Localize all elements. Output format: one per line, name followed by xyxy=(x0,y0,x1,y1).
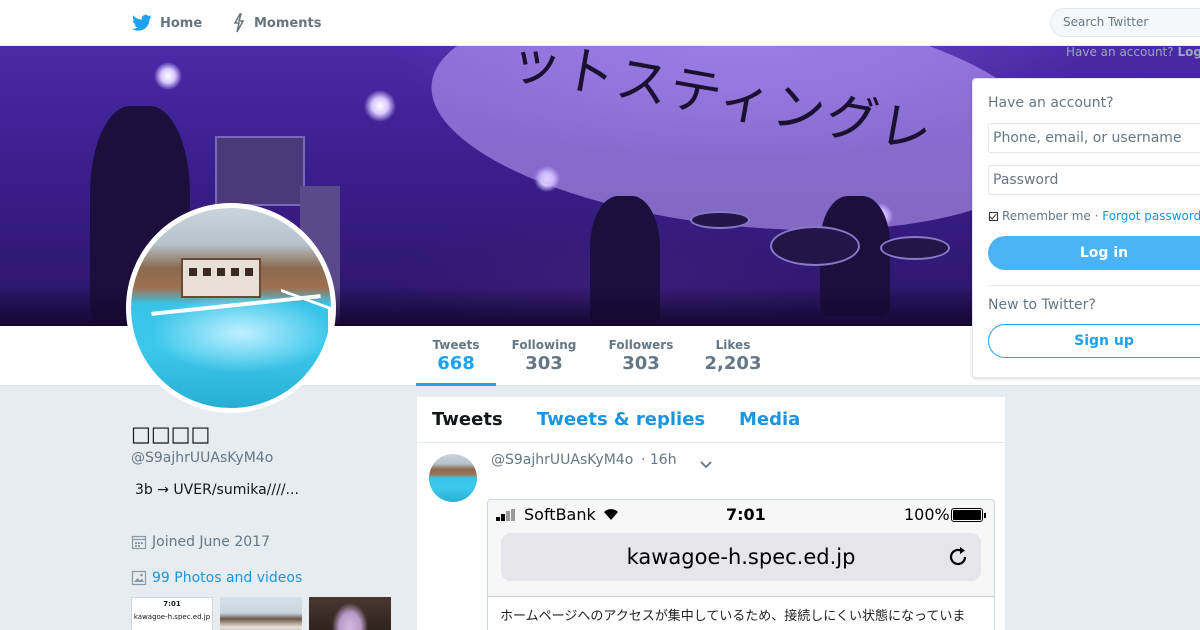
reload-icon xyxy=(949,547,967,566)
cymbal xyxy=(690,211,750,229)
login-link[interactable]: Log in xyxy=(1177,45,1200,59)
battery-icon xyxy=(951,508,986,522)
stat-likes[interactable]: Likes 2,203 xyxy=(700,326,766,386)
tweet-timestamp[interactable]: · 16h xyxy=(641,452,677,468)
remember-me-checkbox[interactable] xyxy=(989,211,998,221)
photo-thumbnail[interactable]: 7:01 kawagoe-h.spec.ed.jp xyxy=(131,597,213,630)
photo-thumbnail[interactable] xyxy=(220,597,302,630)
profile-bio: 3b → UVER/sumika////... xyxy=(135,482,299,498)
avatar-pool-rail xyxy=(281,288,331,348)
tab-tweets-replies[interactable]: Tweets & replies xyxy=(537,409,705,430)
ios-status-bar: SoftBank 7:01 100% xyxy=(488,500,994,528)
timeline-tabs: Tweets Tweets & replies Media xyxy=(417,397,1005,443)
remember-me-label: Remember me xyxy=(1002,209,1091,223)
tweet-media-image[interactable]: SoftBank 7:01 100% kawagoe-h.spec.ed.jp … xyxy=(487,499,995,630)
new-to-twitter-text: New to Twitter? xyxy=(988,297,1096,313)
stat-following[interactable]: Following 303 xyxy=(506,326,582,386)
forgot-password-link[interactable]: Forgot password? xyxy=(1102,209,1200,223)
login-card: Have an account? Phone, email, or userna… xyxy=(972,78,1200,378)
calendar-icon xyxy=(131,535,147,550)
browser-url: kawagoe-h.spec.ed.jp xyxy=(626,545,856,569)
login-button[interactable]: Log in xyxy=(988,236,1200,270)
stat-label: Following xyxy=(511,338,577,352)
carrier-name: SoftBank xyxy=(524,505,596,524)
avatar-building xyxy=(181,258,261,298)
search-input[interactable]: Search Twitter xyxy=(1050,8,1200,37)
chevron-down-icon[interactable] xyxy=(699,455,713,474)
tab-media[interactable]: Media xyxy=(739,409,800,430)
photos-videos-link[interactable]: 99 Photos and videos xyxy=(131,570,302,586)
nav-moments-label: Moments xyxy=(254,15,322,31)
amplifier xyxy=(215,136,305,206)
signal-bars-icon xyxy=(496,509,518,521)
stat-label: Followers xyxy=(608,338,674,352)
remember-row: Remember me · Forgot password? xyxy=(989,209,1200,223)
thumbnail-url: kawagoe-h.spec.ed.jp xyxy=(133,613,211,621)
photos-videos-label: 99 Photos and videos xyxy=(152,570,303,586)
password-field[interactable]: Password xyxy=(988,165,1200,195)
drum xyxy=(770,226,860,266)
tweet-handle[interactable]: @S9ajhrUUAsKyM4o xyxy=(491,452,633,468)
stat-label: Likes xyxy=(715,338,751,352)
browser-url-bar: kawagoe-h.spec.ed.jp xyxy=(501,533,981,581)
tab-tweets[interactable]: Tweets xyxy=(432,409,503,430)
stat-value: 2,203 xyxy=(704,353,762,374)
separator: · xyxy=(1090,209,1103,223)
joined-text: Joined June 2017 xyxy=(152,534,270,550)
top-nav: Home Moments Search Twitter xyxy=(0,0,1200,46)
wifi-icon xyxy=(604,509,618,520)
stat-followers[interactable]: Followers 303 xyxy=(600,326,682,386)
profile-avatar[interactable] xyxy=(126,203,336,413)
username-field[interactable]: Phone, email, or username xyxy=(988,123,1200,153)
stat-label: Tweets xyxy=(432,338,480,352)
profile-handle[interactable]: @S9ajhrUUAsKyM4o xyxy=(131,450,273,466)
page-body-text: ホームページへのアクセスが集中しているため、接続しにくい状態になっていま xyxy=(488,596,994,630)
nav-home-label: Home xyxy=(160,15,203,31)
photo-thumbnail[interactable] xyxy=(309,597,391,630)
lightning-icon xyxy=(233,13,245,33)
stat-value: 303 xyxy=(622,353,660,374)
profile-name[interactable]: □□□□ xyxy=(131,422,210,446)
battery-percent: 100% xyxy=(904,505,950,524)
timeline: Tweets Tweets & replies Media @S9ajhrUUA… xyxy=(417,397,1005,630)
cymbal xyxy=(880,236,950,260)
profile-joined: Joined June 2017 xyxy=(131,534,270,550)
login-title: Have an account? xyxy=(988,95,1114,111)
stat-value: 668 xyxy=(437,353,475,374)
image-icon xyxy=(131,570,147,586)
have-account-prompt: Have an account? Log in xyxy=(1066,45,1200,59)
twitter-bird-icon xyxy=(132,14,152,31)
nav-home[interactable]: Home xyxy=(132,0,202,46)
thumbnail-time: 7:01 xyxy=(163,600,181,608)
tweet-avatar[interactable] xyxy=(429,454,477,502)
stat-value: 303 xyxy=(525,353,563,374)
nav-moments[interactable]: Moments xyxy=(232,0,321,46)
stat-tweets[interactable]: Tweets 668 xyxy=(416,326,496,386)
signup-button[interactable]: Sign up xyxy=(988,324,1200,358)
have-account-text: Have an account? xyxy=(1066,45,1174,59)
divider xyxy=(988,285,1200,286)
ios-clock: 7:01 xyxy=(726,505,766,524)
